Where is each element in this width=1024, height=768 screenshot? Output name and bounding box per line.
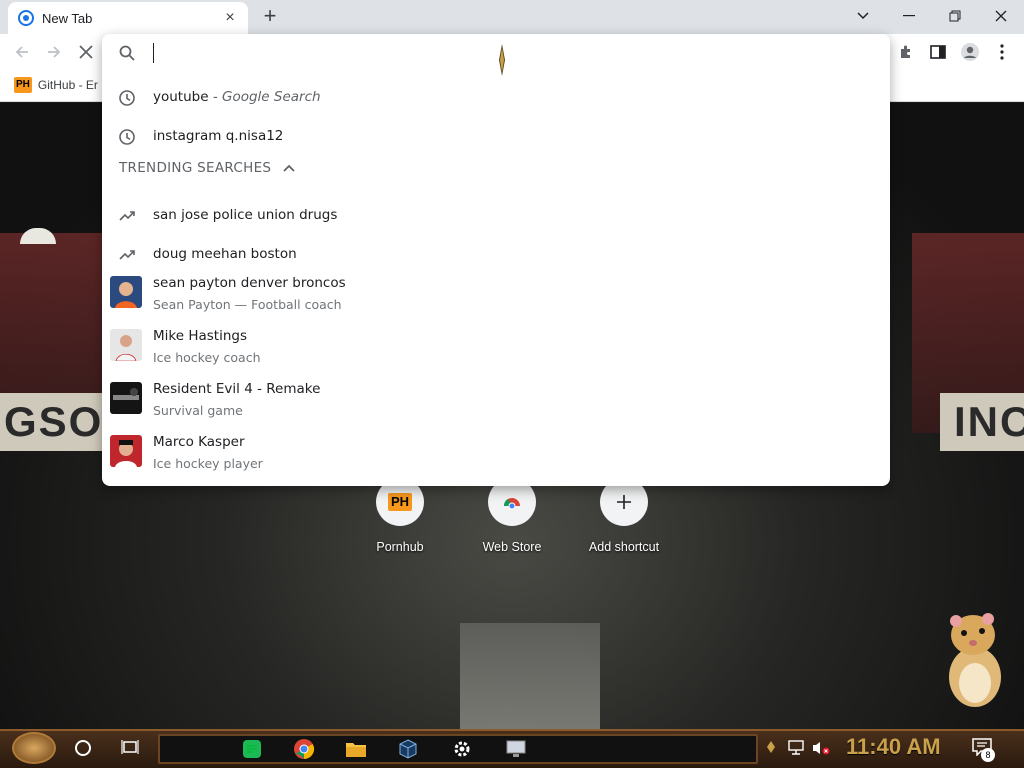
bookmark-github[interactable]: PH GitHub - Er	[14, 77, 98, 93]
ph-bookmark-icon: PH	[14, 77, 32, 93]
chevron-up-icon[interactable]	[283, 164, 295, 172]
suggestion-entity[interactable]: Mike Hastings Ice hockey coach	[102, 325, 890, 375]
new-tab-button[interactable]: +	[258, 5, 282, 29]
shortcut-web-store[interactable]: Web Store	[457, 478, 567, 554]
stop-loading-icon[interactable]	[74, 42, 98, 62]
task-view-icon[interactable]	[121, 739, 139, 757]
suggestion-query: instagram q.nisa12	[153, 128, 284, 144]
chrome-app-icon[interactable]	[292, 737, 316, 761]
entity-title: Mike Hastings	[153, 328, 247, 344]
trending-arrow-icon	[119, 250, 135, 260]
entity-subtitle: Ice hockey coach	[153, 350, 261, 365]
back-arrow-icon[interactable]	[10, 42, 34, 62]
omnibox-dropdown: youtube - Google Search instagram q.nisa…	[102, 34, 890, 486]
background-sign-left: GSO	[0, 393, 102, 451]
suggestion-query: doug meehan boston	[153, 246, 297, 262]
suggestion-trending[interactable]: san jose police union drugs	[102, 198, 890, 234]
entity-thumbnail	[110, 276, 142, 308]
entity-title: sean payton denver broncos	[153, 275, 346, 291]
entity-title: Marco Kasper	[153, 434, 245, 450]
settings-gear-icon[interactable]	[450, 737, 474, 761]
network-icon[interactable]	[788, 740, 804, 756]
suggestion-query: san jose police union drugs	[153, 207, 338, 223]
menu-kebab-icon[interactable]	[990, 42, 1014, 62]
shortcut-pornhub[interactable]: PH Pornhub	[345, 478, 455, 554]
chrome-favicon-icon	[18, 10, 34, 26]
close-tab-icon[interactable]: ×	[222, 9, 238, 27]
shortcut-add[interactable]: Add shortcut	[569, 478, 679, 554]
history-clock-icon	[119, 90, 135, 106]
sticky-notes-app-icon[interactable]	[240, 737, 264, 761]
entity-thumbnail	[110, 382, 142, 414]
trending-arrow-icon	[119, 211, 135, 221]
history-clock-icon	[119, 129, 135, 145]
omnibox-input-row	[102, 34, 890, 76]
suggestion-entity[interactable]: sean payton denver broncos Sean Payton —…	[102, 272, 890, 322]
text-caret	[153, 43, 154, 63]
entity-thumbnail	[110, 329, 142, 361]
tab-search-chevron-icon[interactable]	[840, 0, 886, 32]
tray-overflow-icon[interactable]	[766, 740, 782, 756]
suggestion-suffix: - Google Search	[208, 89, 321, 105]
trending-searches-header[interactable]: TRENDING SEARCHES	[119, 160, 295, 176]
entity-title: Resident Evil 4 - Remake	[153, 381, 321, 397]
suggestion-history-instagram[interactable]: instagram q.nisa12	[102, 119, 890, 155]
side-panel-icon[interactable]	[926, 42, 950, 62]
background-sign-right: INC	[940, 393, 1024, 451]
search-icon	[119, 45, 135, 61]
shortcut-label: Web Store	[482, 540, 542, 554]
entity-subtitle: Sean Payton — Football coach	[153, 297, 342, 312]
remote-desktop-app-icon[interactable]	[504, 737, 528, 761]
forward-arrow-icon[interactable]	[42, 42, 66, 62]
restore-button[interactable]	[932, 0, 978, 32]
tab-title: New Tab	[42, 10, 93, 26]
entity-subtitle: Ice hockey player	[153, 456, 263, 471]
profile-avatar-icon[interactable]	[958, 42, 982, 62]
tab-new-tab[interactable]: New Tab ×	[8, 2, 248, 34]
suggestion-query: youtube	[153, 89, 209, 105]
file-explorer-app-icon[interactable]	[344, 737, 368, 761]
extensions-puzzle-icon[interactable]	[894, 42, 918, 62]
virtualbox-app-icon[interactable]	[396, 737, 420, 761]
suggestion-entity[interactable]: Resident Evil 4 - Remake Survival game	[102, 378, 890, 428]
busy-cursor-icon	[499, 44, 505, 76]
suggestion-entity[interactable]: Marco Kasper Ice hockey player	[102, 431, 890, 481]
background-floor	[460, 623, 600, 729]
suggestion-history-youtube[interactable]: youtube - Google Search	[102, 80, 890, 116]
omnibox-input[interactable]	[152, 40, 752, 66]
entity-subtitle: Survival game	[153, 403, 243, 418]
start-button[interactable]	[12, 732, 56, 764]
volume-muted-icon[interactable]	[812, 740, 830, 756]
minimize-button[interactable]	[886, 0, 932, 32]
notification-count-badge: 8	[981, 748, 995, 762]
close-window-button[interactable]	[978, 0, 1024, 32]
hamster-mascot-icon	[949, 613, 1001, 707]
bookmark-label: GitHub - Er	[37, 78, 98, 92]
shortcut-label: Pornhub	[376, 540, 424, 554]
trending-header-label: TRENDING SEARCHES	[119, 160, 272, 176]
background-lamp	[20, 228, 56, 244]
taskbar-clock[interactable]: 11:40 AM	[846, 734, 941, 760]
suggestion-trending[interactable]: doug meehan boston	[102, 237, 890, 273]
ph-logo-text: PH	[387, 493, 413, 511]
search-circle-icon[interactable]	[75, 740, 91, 756]
entity-thumbnail	[110, 435, 142, 467]
shortcut-label: Add shortcut	[588, 540, 660, 554]
